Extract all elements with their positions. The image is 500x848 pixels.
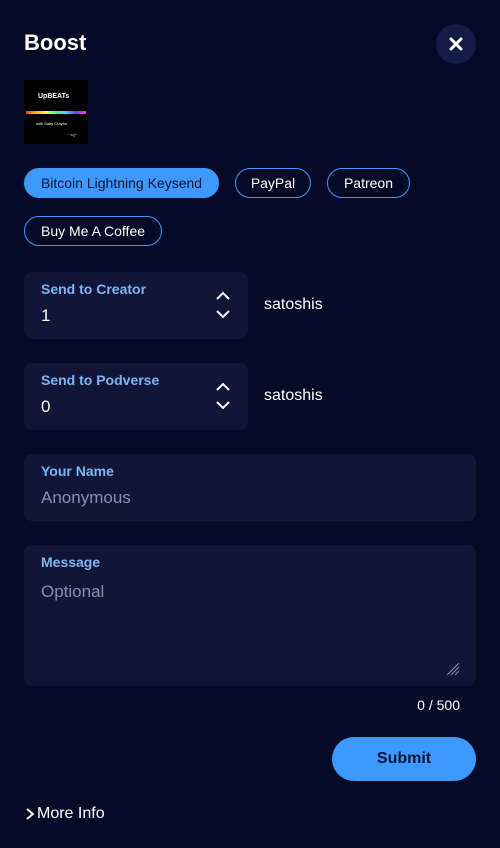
message-field-label: Message bbox=[41, 554, 101, 570]
submit-button[interactable]: Submit bbox=[332, 737, 476, 781]
podverse-increment-button[interactable] bbox=[215, 380, 231, 392]
payment-method-bitcoin[interactable]: Bitcoin Lightning Keysend bbox=[24, 168, 219, 198]
close-icon bbox=[449, 37, 463, 51]
payment-method-paypal[interactable]: PayPal bbox=[235, 168, 311, 198]
payment-method-label: PayPal bbox=[250, 175, 296, 191]
artwork-waveform bbox=[26, 111, 86, 114]
message-char-counter: 0 / 500 bbox=[417, 697, 460, 713]
chevron-down-icon bbox=[216, 400, 230, 409]
chevron-down-icon bbox=[216, 309, 230, 318]
payment-method-patreon[interactable]: Patreon bbox=[327, 168, 410, 198]
creator-amount-field[interactable]: Send to Creator 1 bbox=[24, 272, 248, 339]
creator-amount-label: Send to Creator bbox=[41, 281, 147, 297]
message-field[interactable]: Message Optional bbox=[24, 545, 476, 686]
creator-increment-button[interactable] bbox=[215, 289, 231, 301]
dialog-title: Boost bbox=[24, 30, 87, 55]
name-field[interactable]: Your Name Anonymous bbox=[24, 454, 476, 521]
name-field-placeholder: Anonymous bbox=[41, 488, 131, 507]
artwork-subtitle: with Salty Crayon bbox=[36, 121, 68, 126]
podverse-amount-field[interactable]: Send to Podverse 0 bbox=[24, 363, 248, 430]
chevron-up-icon bbox=[216, 382, 230, 391]
podverse-decrement-button[interactable] bbox=[215, 399, 231, 411]
close-button[interactable] bbox=[436, 24, 476, 64]
more-info-label: More Info bbox=[37, 805, 105, 822]
creator-decrement-button[interactable] bbox=[215, 308, 231, 320]
podcast-artwork: UpBEATs with Salty Crayon ~sig~ bbox=[24, 80, 88, 144]
name-field-label: Your Name bbox=[41, 463, 114, 479]
resize-handle-icon[interactable] bbox=[446, 662, 460, 676]
payment-method-label: Patreon bbox=[343, 175, 394, 191]
submit-button-label: Submit bbox=[376, 750, 432, 767]
message-field-placeholder: Optional bbox=[41, 582, 105, 601]
payment-method-buymeacoffee[interactable]: Buy Me A Coffee bbox=[24, 216, 162, 246]
artwork-title: UpBEATs bbox=[38, 93, 70, 100]
chevron-up-icon bbox=[216, 291, 230, 300]
payment-method-label: Bitcoin Lightning Keysend bbox=[40, 175, 203, 191]
more-info-toggle[interactable]: More Info bbox=[24, 805, 105, 823]
chevron-right-icon bbox=[26, 808, 35, 820]
podverse-amount-unit: satoshis bbox=[264, 387, 323, 404]
podverse-amount-label: Send to Podverse bbox=[41, 372, 160, 388]
payment-method-label: Buy Me A Coffee bbox=[40, 223, 146, 239]
artwork-signature: ~sig~ bbox=[68, 132, 78, 137]
podverse-amount-value: 0 bbox=[41, 397, 51, 416]
creator-amount-unit: satoshis bbox=[264, 296, 323, 313]
creator-amount-value: 1 bbox=[41, 306, 51, 325]
